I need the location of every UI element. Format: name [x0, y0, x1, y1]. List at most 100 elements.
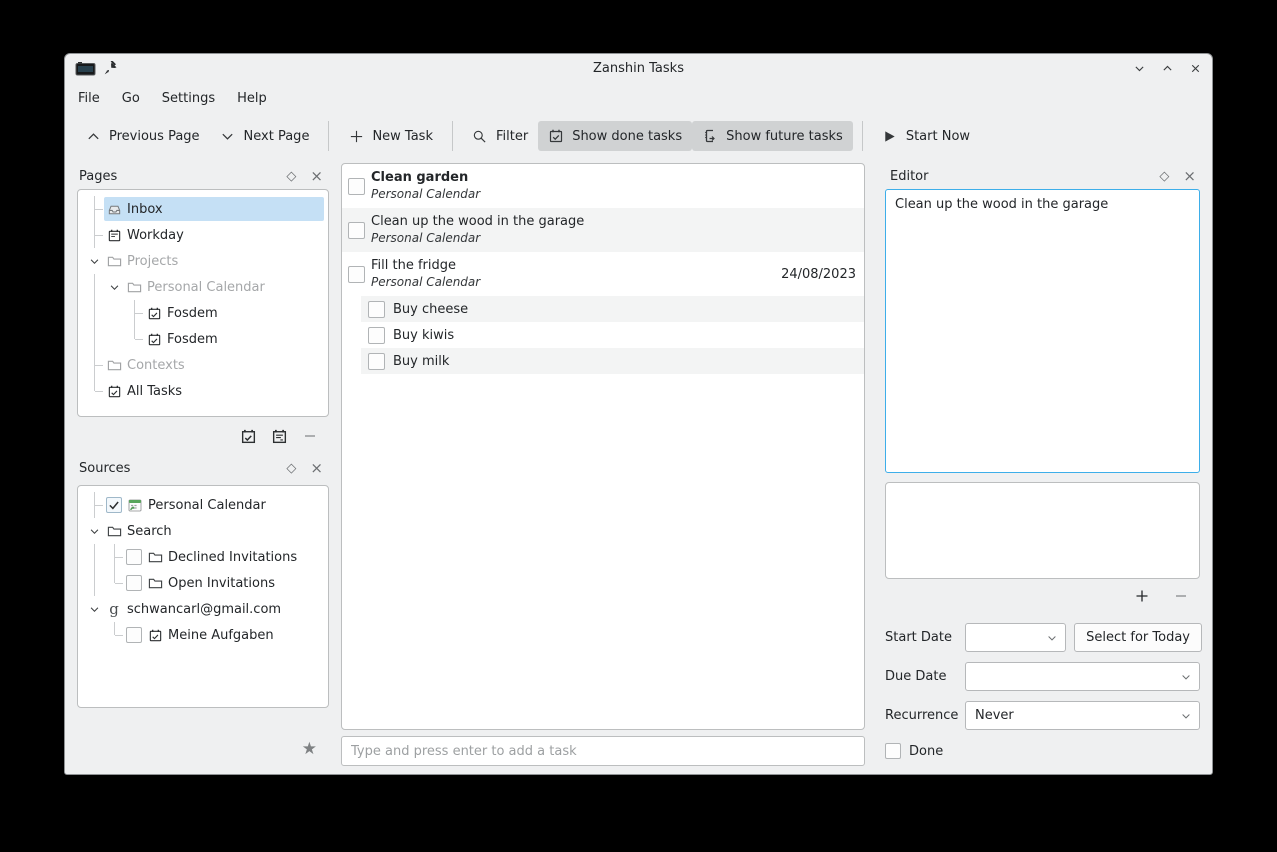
tree-guide	[104, 622, 124, 648]
pages-item-workday[interactable]: Workday	[80, 222, 324, 248]
next-page-button[interactable]: Next Page	[210, 121, 320, 151]
minimize-button[interactable]	[1132, 62, 1146, 76]
start-now-button[interactable]: Start Now	[872, 121, 980, 151]
maximize-button[interactable]	[1160, 62, 1174, 76]
show-done-tasks-toggle[interactable]: Show done tasks	[538, 121, 692, 151]
tree-item-label: Personal Calendar	[147, 280, 265, 295]
source-item-meine-aufgaben[interactable]: Meine Aufgaben	[80, 622, 324, 648]
filter-label: Filter	[496, 129, 528, 144]
subtask-row[interactable]: Buy milk	[342, 348, 864, 374]
tree-guide	[104, 326, 124, 352]
app-window: Zanshin Tasks File Go Settings Help Prev…	[64, 53, 1213, 775]
recurrence-label: Recurrence	[885, 708, 965, 723]
attachments-area[interactable]	[885, 482, 1200, 579]
task-project: Personal Calendar	[371, 275, 775, 289]
source-item-open-invitations[interactable]: Open Invitations	[80, 570, 324, 596]
menu-settings[interactable]: Settings	[151, 87, 226, 110]
task-row[interactable]: Fill the fridge Personal Calendar 24/08/…	[342, 252, 864, 296]
titlebar[interactable]: Zanshin Tasks	[65, 54, 1212, 83]
tree-item-label: Inbox	[127, 202, 163, 217]
recurrence-combobox[interactable]: Never	[965, 701, 1200, 730]
folder-icon	[106, 357, 122, 373]
add-task-input[interactable]	[341, 736, 865, 766]
previous-page-button[interactable]: Previous Page	[75, 121, 210, 151]
pages-item-contexts[interactable]: Contexts	[80, 352, 324, 378]
expander-chevron-icon[interactable]	[84, 596, 104, 622]
pages-item-all-tasks[interactable]: All Tasks	[80, 378, 324, 404]
float-panel-icon[interactable]: ◇	[1159, 170, 1169, 183]
task-checkbox[interactable]	[348, 178, 365, 195]
show-future-tasks-toggle[interactable]: Show future tasks	[692, 121, 853, 151]
tree-item-label: schwancarl@gmail.com	[127, 602, 281, 617]
pages-item-fosdem-2[interactable]: Fosdem	[80, 326, 324, 352]
editor-panel-header: Editor ◇ ×	[877, 163, 1202, 189]
remove-page-icon[interactable]	[301, 427, 319, 445]
toolbar-separator	[862, 121, 863, 151]
menu-go[interactable]: Go	[111, 87, 151, 110]
pages-item-projects[interactable]: Projects	[80, 248, 324, 274]
source-checkbox[interactable]	[126, 627, 142, 643]
float-panel-icon[interactable]: ◇	[286, 462, 296, 475]
float-panel-icon[interactable]: ◇	[286, 170, 296, 183]
subtask-row[interactable]: Buy kiwis	[342, 322, 864, 348]
task-checkbox[interactable]	[348, 222, 365, 239]
source-checkbox[interactable]	[126, 575, 142, 591]
select-for-today-button[interactable]: Select for Today	[1074, 623, 1202, 652]
done-checkbox[interactable]	[885, 743, 901, 759]
close-panel-icon[interactable]: ×	[1183, 169, 1196, 184]
task-row[interactable]: Clean garden Personal Calendar	[342, 164, 864, 208]
chevron-down-icon	[1180, 671, 1192, 683]
new-task-button[interactable]: New Task	[338, 121, 443, 151]
due-date-combobox[interactable]	[965, 662, 1200, 691]
expander-chevron-icon[interactable]	[84, 518, 104, 544]
pages-item-inbox[interactable]: Inbox	[80, 196, 324, 222]
task-title: Fill the fridge	[371, 258, 775, 274]
pin-icon[interactable]	[103, 61, 118, 76]
sources-panel-header: Sources ◇ ×	[77, 455, 329, 481]
menu-help[interactable]: Help	[226, 87, 278, 110]
folder-icon	[106, 253, 122, 269]
task-checkbox[interactable]	[368, 301, 385, 318]
main-content: Pages ◇ × Inbox Wor	[65, 159, 1212, 774]
app-icon	[75, 61, 96, 77]
close-panel-icon[interactable]: ×	[310, 169, 323, 184]
close-button[interactable]	[1188, 62, 1202, 76]
tree-guide	[84, 622, 104, 648]
add-project-icon[interactable]	[239, 427, 257, 445]
pages-item-fosdem-1[interactable]: Fosdem	[80, 300, 324, 326]
tree-item-label: Meine Aufgaben	[168, 628, 274, 643]
task-checkbox[interactable]	[368, 327, 385, 344]
remove-attachment-icon[interactable]	[1172, 587, 1190, 605]
source-item-declined-invitations[interactable]: Declined Invitations	[80, 544, 324, 570]
task-text-editor[interactable]: Clean up the wood in the garage	[885, 189, 1200, 473]
task-icon	[147, 627, 163, 643]
expander-chevron-icon[interactable]	[84, 248, 104, 274]
source-item-search[interactable]: Search	[80, 518, 324, 544]
source-checkbox[interactable]	[106, 497, 122, 513]
menu-file[interactable]: File	[67, 87, 111, 110]
pages-item-personal-calendar[interactable]: Personal Calendar	[80, 274, 324, 300]
chevron-down-icon	[1046, 632, 1058, 644]
pages-panel-title: Pages	[79, 169, 272, 184]
task-icon	[146, 331, 162, 347]
previous-page-label: Previous Page	[109, 129, 200, 144]
calendar-icon	[106, 227, 122, 243]
task-checkbox[interactable]	[348, 266, 365, 283]
task-project: Personal Calendar	[371, 187, 856, 201]
source-checkbox[interactable]	[126, 549, 142, 565]
close-panel-icon[interactable]: ×	[310, 461, 323, 476]
add-context-icon[interactable]	[270, 427, 288, 445]
source-item-personal-calendar[interactable]: Personal Calendar	[80, 492, 324, 518]
filter-button[interactable]: Filter	[462, 121, 538, 151]
task-checkbox[interactable]	[368, 353, 385, 370]
source-item-gmail-account[interactable]: g schwancarl@gmail.com	[80, 596, 324, 622]
subtask-row[interactable]: Buy cheese	[342, 296, 864, 322]
tree-guide	[84, 300, 104, 326]
start-date-combobox[interactable]	[965, 623, 1066, 652]
task-row[interactable]: Clean up the wood in the garage Personal…	[342, 208, 864, 252]
expander-chevron-icon[interactable]	[104, 274, 124, 300]
add-attachment-icon[interactable]	[1133, 587, 1151, 605]
show-done-tasks-label: Show done tasks	[572, 129, 682, 144]
default-source-star-icon[interactable]: ★	[302, 739, 317, 759]
sources-tree: Personal Calendar Search	[77, 485, 329, 708]
